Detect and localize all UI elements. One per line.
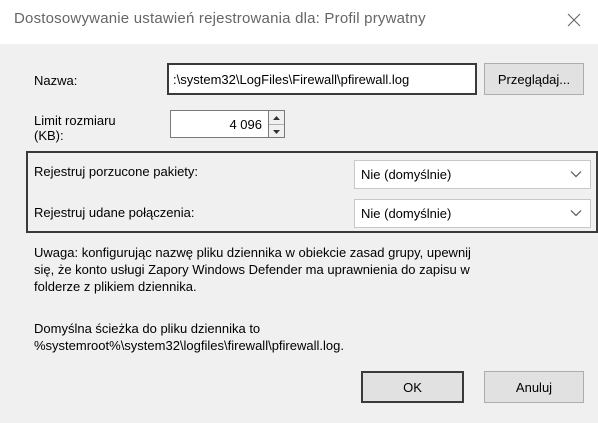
ok-button-label: OK <box>403 379 422 395</box>
size-limit-label-line1: Limit rozmiaru <box>34 113 116 128</box>
note-text: Uwaga: konfigurując nazwę pliku dziennik… <box>34 244 594 295</box>
default-path-line1: Domyślna ścieżka do pliku dziennika to <box>34 321 261 336</box>
cancel-button-label: Anuluj <box>515 379 553 395</box>
log-file-name-input[interactable]: :\system32\LogFiles\Firewall\pfirewall.l… <box>167 63 477 95</box>
close-button[interactable] <box>556 4 592 36</box>
note-line2: się, że konto usługi Zapory Windows Defe… <box>34 262 470 277</box>
window-title: Dostosowywanie ustawień rejestrowania dl… <box>14 10 426 27</box>
size-limit-value: 4 096 <box>229 117 262 132</box>
arrow-down-icon <box>273 129 280 134</box>
ok-button[interactable]: OK <box>361 371 464 403</box>
name-label: Nazwa: <box>34 73 78 88</box>
size-limit-spinner[interactable] <box>269 110 285 138</box>
dropped-packets-select[interactable]: Nie (domyślnie) <box>354 160 591 189</box>
size-limit-label-line2: (KB): <box>34 128 64 143</box>
successful-connections-select[interactable]: Nie (domyślnie) <box>354 199 591 228</box>
log-file-name-value: :\system32\LogFiles\Firewall\pfirewall.l… <box>173 72 410 87</box>
title-bar: Dostosowywanie ustawień rejestrowania dl… <box>0 0 598 44</box>
successful-connections-label: Rejestruj udane połączenia: <box>34 205 195 220</box>
note-line1: Uwaga: konfigurując nazwę pliku dziennik… <box>34 245 471 260</box>
default-path-text: Domyślna ścieżka do pliku dziennika to %… <box>34 320 594 354</box>
dropped-packets-value: Nie (domyślnie) <box>361 167 452 182</box>
chevron-down-icon <box>570 210 582 217</box>
browse-button-label: Przeglądaj... <box>497 71 571 87</box>
default-path-line2: %systemroot%\system32\logfiles\firewall\… <box>34 338 344 353</box>
chevron-down-icon <box>570 171 582 178</box>
close-icon <box>567 13 581 27</box>
note-line3: folderze z plikiem dziennika. <box>34 279 197 294</box>
cancel-button[interactable]: Anuluj <box>484 371 584 403</box>
browse-button[interactable]: Przeglądaj... <box>484 63 584 95</box>
size-limit-input[interactable]: 4 096 <box>170 110 269 138</box>
successful-connections-value: Nie (domyślnie) <box>361 206 452 221</box>
size-limit-label: Limit rozmiaru (KB): <box>34 113 116 143</box>
spin-up-button[interactable] <box>269 111 284 125</box>
spin-down-button[interactable] <box>269 125 284 138</box>
arrow-up-icon <box>273 115 280 120</box>
dropped-packets-label: Rejestruj porzucone pakiety: <box>34 164 199 179</box>
